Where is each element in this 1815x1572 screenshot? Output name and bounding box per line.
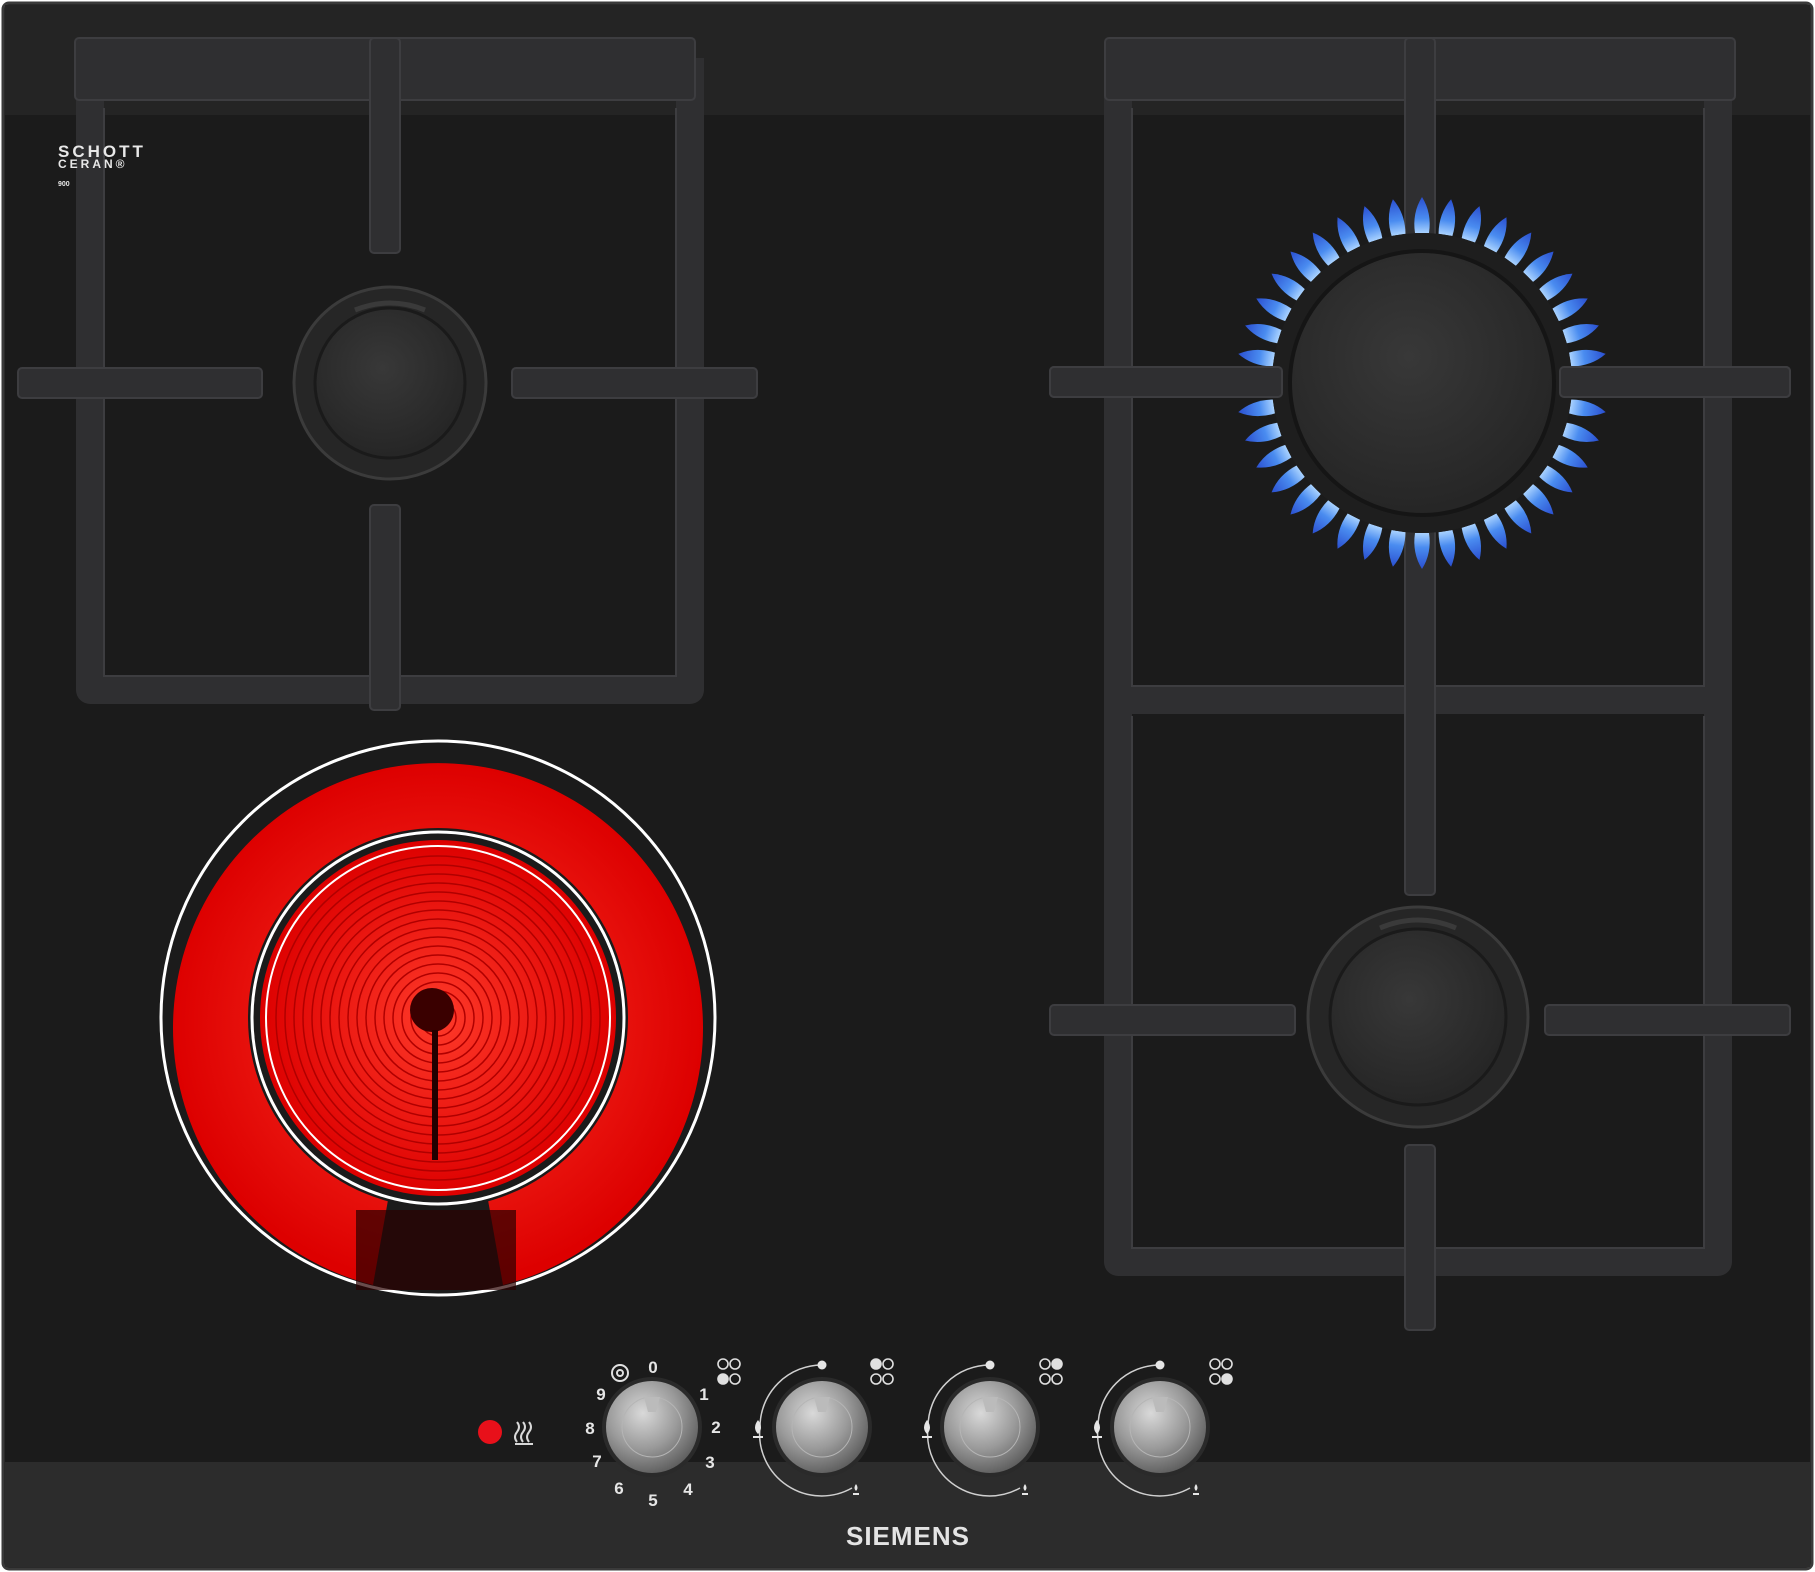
dial-number-8: 8 [585, 1419, 594, 1438]
burner-left-rear [292, 285, 488, 481]
dial-number-2: 2 [711, 1418, 720, 1437]
brand-logo: SIEMENS [846, 1521, 970, 1551]
dial-number-1: 1 [699, 1385, 708, 1404]
front-trim-strip [5, 1462, 1810, 1567]
svg-text:CERAN®: CERAN® [58, 157, 128, 171]
svg-text:900: 900 [58, 181, 70, 188]
dial-number-4: 4 [683, 1480, 693, 1499]
dial-number-6: 6 [614, 1479, 623, 1498]
dial-number-0: 0 [648, 1358, 657, 1377]
burner-right-front [1306, 905, 1530, 1129]
dial-number-3: 3 [705, 1453, 714, 1472]
dial-number-5: 5 [648, 1491, 657, 1510]
glass-panel [1, 1, 1814, 1571]
dial-number-7: 7 [592, 1452, 601, 1471]
radiant-zone [159, 739, 717, 1297]
dial-number-9: 9 [596, 1385, 605, 1404]
burner-right-rear [1236, 197, 1608, 569]
cooktop-hob: SCHOTT CERAN® 900 0 1 2 3 4 5 6 7 8 9 SI… [1, 1, 1814, 1571]
knob-electric[interactable] [602, 1377, 702, 1477]
